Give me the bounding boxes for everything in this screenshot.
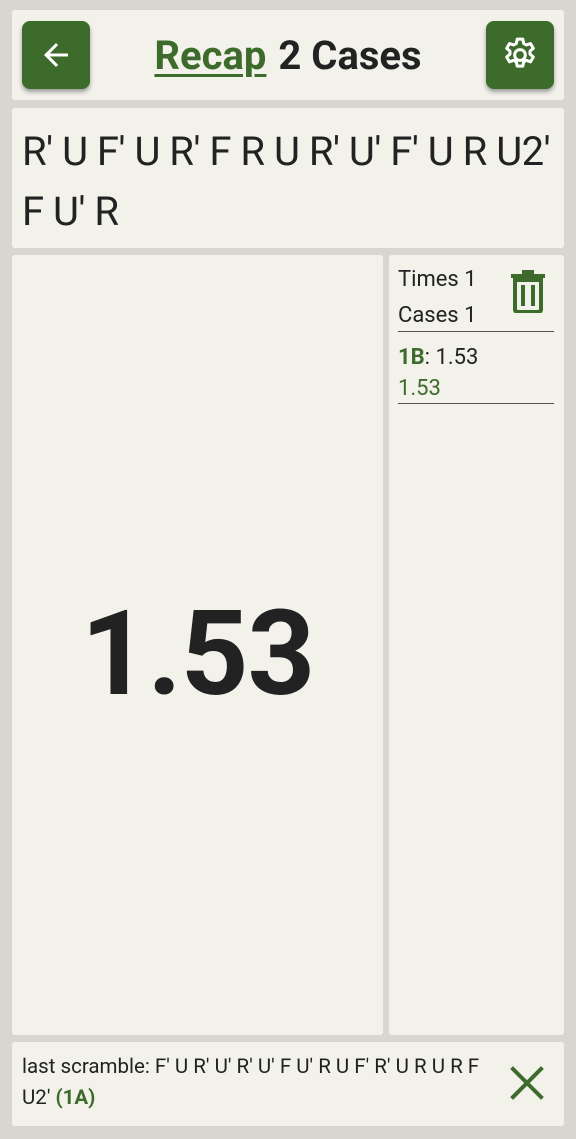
last-scramble-panel: last scramble: F' U R' U' R' U' F U' R U… (12, 1042, 564, 1126)
scramble-text: R' U F' U R' F R U R' U' F' U R U2' F U'… (22, 128, 551, 235)
divider (398, 403, 554, 404)
header-bar: Recap 2 Cases (12, 10, 564, 100)
result-time: 1.53 (435, 345, 479, 370)
cases-count: Cases 1 (398, 303, 477, 328)
result-separator: : (424, 345, 436, 370)
last-scramble-text: last scramble: F' U R' U' R' U' F U' R U… (22, 1052, 492, 1114)
result-entry[interactable]: 1B: 1.53 (398, 345, 478, 370)
times-count: Times 1 (398, 267, 477, 292)
close-button[interactable] (508, 1064, 546, 1102)
trash-icon (511, 270, 545, 314)
divider (398, 331, 554, 332)
case-count-title: 2 Cases (278, 31, 422, 79)
gear-icon (505, 37, 535, 68)
last-scramble-case: (1A) (55, 1086, 96, 1110)
last-scramble-prefix: last scramble: (22, 1055, 155, 1079)
stats-panel: Times 1 Cases 1 1B: 1.53 1.53 (389, 255, 564, 1035)
result-average: 1.53 (398, 376, 441, 401)
result-case: 1B (398, 345, 425, 370)
scramble-panel: R' U F' U R' F R U R' U' F' U R U2' F U'… (12, 108, 564, 248)
recap-link[interactable]: Recap (154, 32, 266, 79)
close-icon (510, 1066, 544, 1100)
settings-button[interactable] (486, 21, 554, 89)
page-title: Recap 2 Cases (12, 10, 564, 100)
delete-button[interactable] (509, 269, 547, 314)
timer-area[interactable]: 1.53 (12, 255, 383, 1035)
timer-display: 1.53 (80, 585, 315, 723)
